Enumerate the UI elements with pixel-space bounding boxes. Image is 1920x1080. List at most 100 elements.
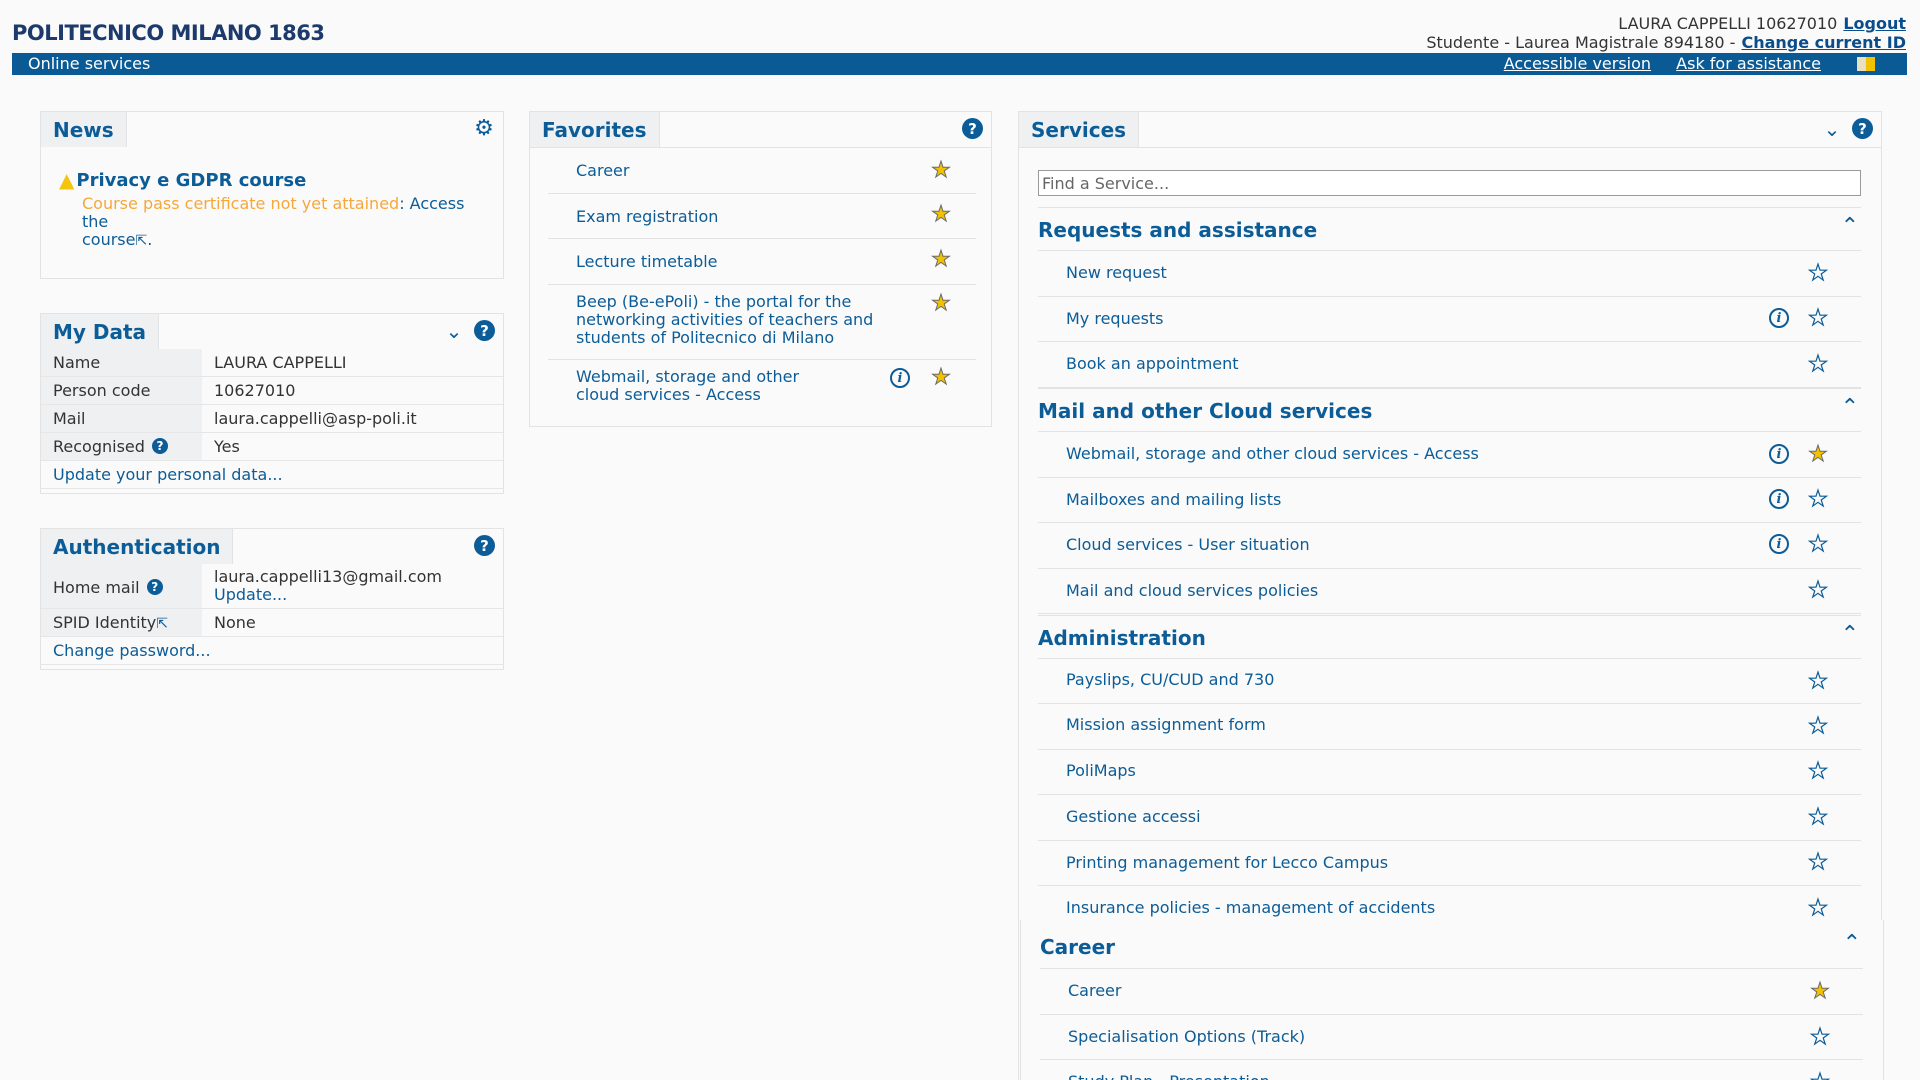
star-icon[interactable]: ★: [1807, 262, 1829, 285]
list-item[interactable]: Specialisation Options (Track) ★: [1040, 1015, 1863, 1060]
star-icon[interactable]: ★: [1807, 353, 1829, 376]
info-icon[interactable]: i: [1769, 308, 1789, 328]
info-icon[interactable]: i: [890, 368, 910, 388]
favorite-label[interactable]: Career: [576, 161, 629, 180]
favorite-label[interactable]: Beep (Be-ePoli) - the portal for the net…: [576, 293, 876, 347]
star-icon[interactable]: ★: [1809, 980, 1831, 1003]
star-icon[interactable]: ★: [1807, 443, 1829, 466]
chevron-up-icon[interactable]: ⌃: [1841, 395, 1859, 420]
course-link[interactable]: course⇱: [82, 230, 147, 250]
service-label[interactable]: Mission assignment form: [1066, 715, 1266, 734]
service-label[interactable]: Mailboxes and mailing lists: [1066, 490, 1281, 509]
star-icon[interactable]: ★: [1807, 670, 1829, 693]
accessible-version-link[interactable]: Accessible version: [1504, 54, 1651, 73]
favorite-label[interactable]: Lecture timetable: [576, 252, 718, 271]
service-label[interactable]: Book an appointment: [1066, 354, 1239, 373]
chevron-up-icon[interactable]: ⌃: [1841, 622, 1859, 647]
star-icon[interactable]: ★: [1809, 1026, 1831, 1049]
chevron-up-icon[interactable]: ⌃: [1841, 214, 1859, 239]
star-icon[interactable]: ★: [1807, 533, 1829, 556]
search-input[interactable]: [1038, 170, 1861, 196]
star-icon[interactable]: ★: [930, 366, 952, 389]
help-icon[interactable]: ?: [1852, 118, 1873, 139]
service-label[interactable]: Specialisation Options (Track): [1068, 1027, 1305, 1046]
chevron-down-icon[interactable]: ⌄: [1822, 117, 1842, 141]
favorite-label[interactable]: Exam registration: [576, 207, 718, 226]
service-label[interactable]: Gestione accessi: [1066, 807, 1201, 826]
list-item[interactable]: Mission assignment form ★: [1038, 704, 1861, 750]
group-mail-cloud[interactable]: Mail and other Cloud services ⌃: [1038, 388, 1861, 432]
star-icon[interactable]: ★: [1807, 851, 1829, 874]
star-icon[interactable]: ★: [1807, 488, 1829, 511]
info-icon[interactable]: i: [1769, 444, 1789, 464]
list-item[interactable]: Webmail, storage and other cloud service…: [548, 360, 976, 415]
group-requests-assistance[interactable]: Requests and assistance ⌃: [1038, 207, 1861, 251]
gear-icon[interactable]: ⚙: [473, 118, 495, 140]
list-item[interactable]: Mailboxes and mailing lists i ★: [1038, 478, 1861, 523]
star-icon[interactable]: ★: [930, 292, 952, 315]
list-item[interactable]: My requests i ★: [1038, 297, 1861, 342]
update-home-mail-link[interactable]: Update...: [214, 586, 491, 604]
list-item[interactable]: Payslips, CU/CUD and 730 ★: [1038, 659, 1861, 704]
list-item[interactable]: Printing management for Lecco Campus ★: [1038, 841, 1861, 886]
service-label[interactable]: Printing management for Lecco Campus: [1066, 853, 1388, 872]
list-item[interactable]: Beep (Be-ePoli) - the portal for the net…: [548, 285, 976, 360]
list-item[interactable]: Cloud services - User situation i ★: [1038, 523, 1861, 569]
star-icon[interactable]: ★: [930, 203, 952, 226]
help-icon[interactable]: ?: [474, 320, 495, 341]
service-label[interactable]: Webmail, storage and other cloud service…: [1066, 444, 1479, 463]
service-label[interactable]: Mail and cloud services policies: [1066, 581, 1318, 600]
star-icon[interactable]: ★: [1807, 897, 1829, 920]
brand-logo[interactable]: POLITECNICO MILANO 1863: [12, 21, 325, 45]
service-label[interactable]: Insurance policies - management of accid…: [1066, 898, 1435, 917]
star-icon[interactable]: ★: [1807, 806, 1829, 829]
service-label[interactable]: Career: [1068, 981, 1121, 1000]
star-icon[interactable]: ★: [1807, 579, 1829, 602]
language-flag-icon[interactable]: [1857, 57, 1875, 71]
chevron-up-icon[interactable]: ⌃: [1843, 931, 1861, 956]
list-item[interactable]: Gestione accessi ★: [1038, 795, 1861, 841]
group-administration[interactable]: Administration ⌃: [1038, 615, 1861, 659]
news-item-title-text[interactable]: Privacy e GDPR course: [76, 170, 306, 191]
course-link-text[interactable]: course: [82, 230, 135, 249]
chevron-down-icon[interactable]: ⌄: [444, 319, 464, 343]
news-item-title[interactable]: ▲ Privacy e GDPR course: [59, 168, 306, 192]
service-label[interactable]: PoliMaps: [1066, 761, 1136, 780]
info-icon[interactable]: i: [1769, 489, 1789, 509]
list-item[interactable]: Career ★: [548, 148, 976, 194]
star-icon[interactable]: ★: [1807, 715, 1829, 738]
service-label[interactable]: Payslips, CU/CUD and 730: [1066, 670, 1274, 689]
help-icon[interactable]: ?: [474, 535, 495, 556]
list-item[interactable]: Career ★: [1040, 969, 1863, 1015]
star-icon[interactable]: ★: [930, 159, 952, 182]
list-item[interactable]: Webmail, storage and other cloud service…: [1038, 432, 1861, 478]
help-icon[interactable]: ?: [146, 579, 163, 595]
list-item[interactable]: PoliMaps ★: [1038, 750, 1861, 795]
change-id-link[interactable]: Change current ID: [1741, 33, 1906, 52]
list-item[interactable]: Exam registration ★: [548, 194, 976, 239]
logout-link[interactable]: Logout: [1843, 14, 1906, 33]
list-item[interactable]: Book an appointment ★: [1038, 342, 1861, 388]
help-icon[interactable]: ?: [152, 438, 168, 454]
star-icon[interactable]: ★: [930, 248, 952, 271]
service-label[interactable]: New request: [1066, 263, 1167, 282]
group-career[interactable]: Career ⌃: [1040, 925, 1863, 969]
service-label[interactable]: Cloud services - User situation: [1066, 535, 1310, 554]
spid-label[interactable]: SPID Identity: [53, 613, 156, 632]
update-personal-data-link[interactable]: Update your personal data...: [41, 461, 503, 488]
change-password-link[interactable]: Change password...: [41, 637, 503, 664]
list-item[interactable]: New request ★: [1038, 251, 1861, 297]
service-label[interactable]: My requests: [1066, 309, 1164, 328]
service-label[interactable]: Study Plan - Presentation: [1068, 1072, 1270, 1080]
favorite-label[interactable]: Webmail, storage and other cloud service…: [576, 368, 846, 404]
external-link-icon: ⇱: [156, 616, 168, 632]
star-icon[interactable]: ★: [1807, 307, 1829, 330]
star-icon[interactable]: ★: [1807, 760, 1829, 783]
help-icon[interactable]: ?: [962, 118, 983, 139]
star-icon[interactable]: ★: [1809, 1071, 1831, 1080]
list-item[interactable]: Study Plan - Presentation ★: [1040, 1060, 1863, 1080]
list-item[interactable]: Lecture timetable ★: [548, 239, 976, 285]
ask-assistance-link[interactable]: Ask for assistance: [1676, 54, 1821, 73]
list-item[interactable]: Mail and cloud services policies ★: [1038, 569, 1861, 614]
info-icon[interactable]: i: [1769, 534, 1789, 554]
